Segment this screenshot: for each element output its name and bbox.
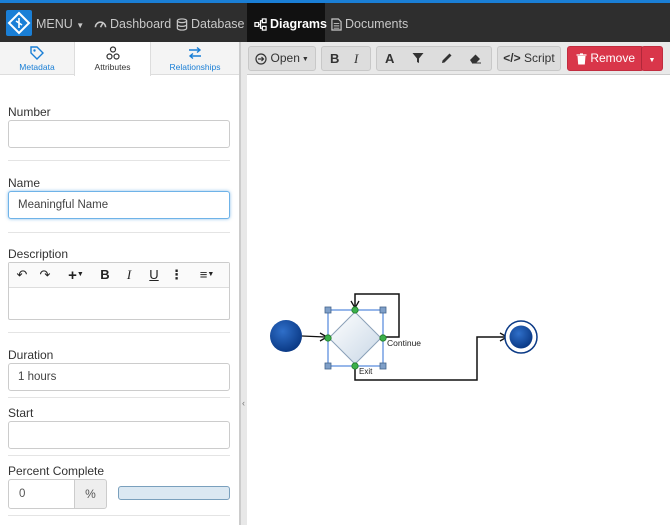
description-textarea[interactable] [9, 288, 229, 319]
divider [8, 515, 230, 516]
italic-icon[interactable]: I [354, 47, 358, 70]
start-event-node[interactable] [270, 320, 302, 352]
database-icon [176, 18, 188, 31]
bold-icon[interactable]: B [330, 47, 339, 70]
menu-button[interactable]: MENU ▼ [36, 6, 84, 42]
flow-start-to-decision[interactable] [301, 335, 326, 338]
collapse-chevron-icon[interactable]: ‹ [242, 398, 245, 408]
start-label: Start [8, 406, 34, 420]
menu-label: MENU [36, 17, 73, 31]
duration-input[interactable]: 1 hours [8, 363, 230, 391]
flow-exit-to-end[interactable] [354, 336, 507, 381]
undo-icon[interactable]: ↶ [13, 266, 31, 284]
nav-diagrams-label: Diagrams [270, 17, 327, 31]
redo-icon[interactable]: ↷ [36, 266, 54, 284]
number-input[interactable] [8, 120, 230, 148]
percent-unit-addon: % [74, 479, 107, 509]
diagram-svg: Continue Exit [270, 293, 538, 381]
app-logo-icon[interactable] [6, 10, 32, 36]
trash-icon [576, 53, 587, 65]
divider [8, 332, 230, 333]
script-button[interactable]: </> Script [497, 46, 561, 71]
pencil-icon[interactable] [441, 52, 453, 64]
text-format-group: B I [321, 46, 371, 71]
divider [8, 160, 230, 161]
filter-icon[interactable] [412, 52, 424, 64]
editor-toolbar: ↶ ↷ +▼ B I U ⋮ ≡▼ [9, 263, 229, 288]
nav-documents-label: Documents [345, 17, 409, 31]
style-tools-group: A [376, 46, 492, 71]
tab-relationships[interactable]: Relationships [151, 42, 239, 75]
nav-database[interactable]: Database [176, 6, 245, 42]
eraser-icon[interactable] [469, 52, 482, 64]
script-label: Script [524, 51, 555, 65]
tab-attributes[interactable]: Attributes [74, 42, 151, 76]
description-editor: ↶ ↷ +▼ B I U ⋮ ≡▼ [8, 262, 230, 320]
code-icon: </> [503, 51, 521, 65]
remove-options-button[interactable]: ▼ [641, 46, 663, 71]
tab-metadata-label: Metadata [19, 62, 55, 72]
tag-icon [30, 46, 44, 60]
arrows-exchange-icon [188, 46, 202, 60]
number-label: Number [8, 105, 51, 119]
diagram-toolbar: Open ▼ B I A </> Script Remove ▼ [247, 42, 670, 75]
properties-panel: Metadata Attributes Relationships Number… [0, 42, 240, 525]
divider [8, 232, 230, 233]
end-event-inner [509, 325, 533, 349]
italic-icon[interactable]: I [121, 266, 137, 284]
open-button[interactable]: Open ▼ [248, 46, 316, 71]
nav-database-label: Database [191, 17, 245, 31]
nav-diagrams[interactable]: Diagrams [247, 3, 327, 45]
diagram-icon [254, 18, 267, 31]
remove-button[interactable]: Remove [567, 46, 644, 71]
duration-label: Duration [8, 348, 54, 362]
exit-label: Exit [359, 367, 373, 376]
nav-dashboard-label: Dashboard [110, 17, 172, 31]
caret-down-icon: ▼ [299, 56, 309, 63]
remove-label: Remove [590, 51, 636, 65]
open-circle-arrow-icon [255, 53, 267, 65]
start-input[interactable] [8, 421, 230, 449]
divider [8, 397, 230, 398]
underline-icon[interactable]: U [146, 266, 162, 284]
divider [8, 455, 230, 456]
tab-attributes-label: Attributes [94, 62, 131, 72]
percent-complete-label: Percent Complete [8, 464, 105, 478]
caret-down-icon: ▼ [648, 57, 656, 64]
tab-metadata[interactable]: Metadata [0, 42, 74, 75]
tab-relationships-label: Relationships [169, 62, 221, 72]
name-input[interactable]: Meaningful Name [8, 191, 230, 219]
attributes-icon [105, 46, 120, 60]
panel-tabs: Metadata Attributes Relationships [0, 42, 239, 76]
diagram-canvas[interactable]: Continue Exit [247, 76, 670, 525]
percent-input[interactable]: 0 [8, 479, 75, 509]
dashboard-icon [94, 21, 107, 28]
caret-down-icon: ▼ [76, 21, 85, 30]
open-label: Open [270, 51, 300, 65]
font-color-icon[interactable]: A [385, 47, 394, 70]
insert-plus-dropdown-icon[interactable]: +▼ [62, 266, 90, 284]
percent-progress-bar [118, 486, 230, 500]
nav-dashboard[interactable]: Dashboard [94, 6, 171, 42]
description-label: Description [8, 247, 69, 261]
bold-icon[interactable]: B [97, 266, 113, 284]
more-vertical-icon[interactable]: ⋮ [170, 266, 183, 284]
panel-splitter[interactable]: ‹ [240, 42, 247, 525]
document-icon [331, 18, 342, 31]
continue-label: Continue [387, 338, 421, 348]
top-navbar: MENU ▼ Dashboard Database Diagrams Docum… [0, 0, 670, 45]
align-dropdown-icon[interactable]: ≡▼ [193, 266, 221, 284]
name-label: Name [8, 176, 41, 190]
decision-gateway-node[interactable] [328, 311, 382, 365]
nav-documents[interactable]: Documents [331, 6, 408, 42]
